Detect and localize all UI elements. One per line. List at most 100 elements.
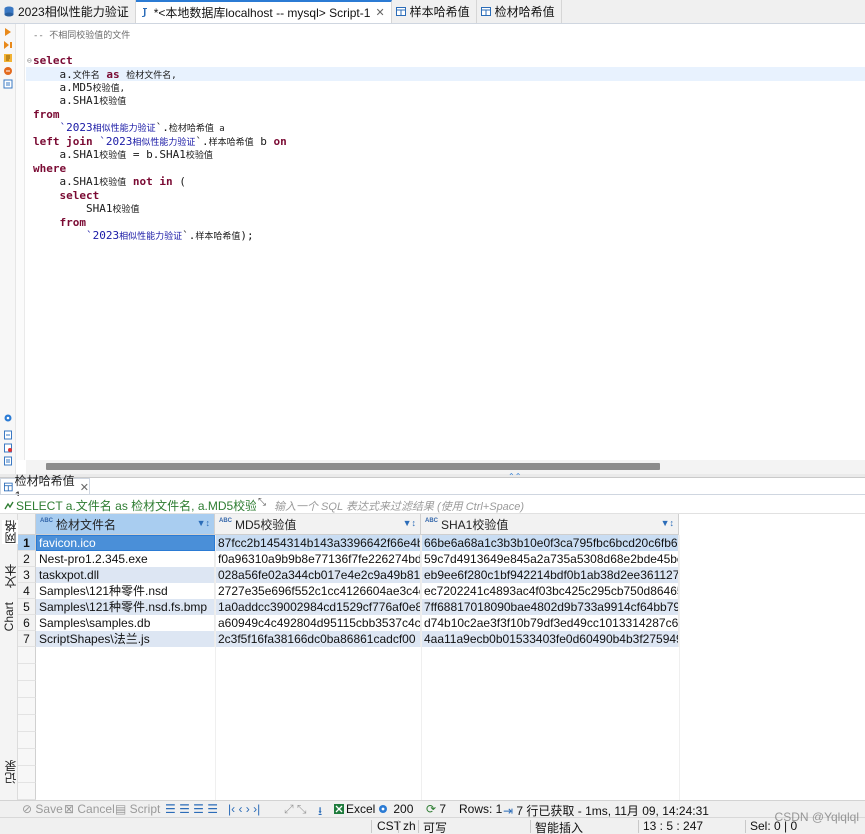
table-cell-sha1[interactable]: ec7202241c4893ac4f03bc425c295cb750d86465 <box>421 583 679 599</box>
table-cell-md5[interactable]: 87fcc2b1454314b143a3396642f66e4b <box>215 535 421 551</box>
editor-tab-bar: 2023相似性能力验证 *<本地数据库localhost -- mysql> S… <box>0 0 865 24</box>
column-header-md5[interactable]: ABC MD5校验值 ▼↕ <box>215 514 421 535</box>
cancel-button[interactable]: ⊠ Cancel <box>64 802 115 816</box>
table-cell-name[interactable]: Samples\121种零件.nsd.fs.bmp <box>36 599 215 615</box>
table-cell-sha1[interactable]: 7ff68817018090bae4802d9b733a9914cf64bb79 <box>421 599 679 615</box>
table-cell-name[interactable]: Nest-pro1.2.345.exe <box>36 551 215 567</box>
table-cell-sha1[interactable]: d74b10c2ae3f3f10b79df3ed49cc1013314287c6 <box>421 615 679 631</box>
row-edit-icons[interactable]: ☰ ☰ ☰ ☰ <box>165 802 218 816</box>
link-icons[interactable]: ⤢ ⤡ <box>284 802 307 817</box>
script-button[interactable]: ▤ Script <box>115 802 160 816</box>
result-view-tabs: 网格 文本 Chart 记录 <box>0 514 19 800</box>
table-icon <box>480 7 491 16</box>
table-icon <box>4 482 13 492</box>
results-toolbar: ⊘ Save ⊠ Cancel ▤ Script ☰ ☰ ☰ ☰ |‹ ‹ › … <box>0 800 865 818</box>
run-statement-icon[interactable] <box>3 27 13 37</box>
format-icon[interactable] <box>3 79 13 89</box>
row-number[interactable]: 1 <box>18 535 36 551</box>
table-cell-md5[interactable]: 2727e35e696f552c1cc4126604ae3c4d <box>215 583 421 599</box>
panel-splitter[interactable] <box>0 474 865 478</box>
tab-label: 样本哈希值 <box>409 5 470 19</box>
save-button[interactable]: ⊘ Save <box>22 802 63 816</box>
row-number[interactable]: 2 <box>18 551 36 567</box>
sql-line: `2023相似性能力验证`.检材哈希值 a <box>59 121 225 134</box>
info-icon: ⇥ <box>503 804 514 818</box>
text-type-icon: ABC <box>40 518 53 524</box>
document-icon[interactable] <box>3 456 13 466</box>
expand-filter-icon[interactable]: ⤡ <box>258 497 270 511</box>
query-text: SELECT a.文件名 as 检材文件名, a.MD5校验值, a.SH <box>4 497 256 514</box>
sql-line: a.MD5校验值, <box>59 81 126 94</box>
table-cell-name[interactable]: Samples\121种零件.nsd <box>36 583 215 599</box>
table-cell-name[interactable]: taskxpot.dll <box>36 567 215 583</box>
row-number[interactable]: 5 <box>18 599 36 615</box>
filter-sort-icon[interactable]: ▼↕ <box>197 518 210 528</box>
table-cell-sha1[interactable]: eb9ee6f280c1bf942214bdf0b1ab38d2ee361127 <box>421 567 679 583</box>
table-cell-sha1[interactable]: 59c7d4913649e845a2a735a5308d68e2bde45be2 <box>421 551 679 567</box>
table-cell-md5[interactable]: 2c3f5f16fa38166dc0ba86861cadcf00 <box>215 631 421 647</box>
row-number[interactable]: 6 <box>18 615 36 631</box>
filter-bar: SELECT a.文件名 as 检材文件名, a.MD5校验值, a.SH ⤡ … <box>0 496 865 514</box>
load-plan-icon[interactable] <box>3 66 13 76</box>
table-cell-md5[interactable]: a60949c4c492804d95115cbb3537c4cf <box>215 615 421 631</box>
results-tab[interactable]: 检材哈希值 1 ✕ <box>0 474 90 503</box>
grid-corner[interactable] <box>18 514 36 535</box>
tab-record[interactable]: 记录 <box>2 760 19 784</box>
watermark: CSDN @Yqlqlql <box>774 810 859 824</box>
explain-plan-icon[interactable] <box>3 53 13 63</box>
tab-2023-similarity[interactable]: 2023相似性能力验证 <box>0 0 136 23</box>
pagination-icons[interactable]: |‹ ‹ › ›| <box>228 802 260 816</box>
fetch-size[interactable]: 200 <box>378 802 413 816</box>
table-cell-md5[interactable]: 1a0addcc39002984cd1529cf776af0e8 <box>215 599 421 615</box>
settings-icon[interactable] <box>3 413 13 423</box>
column-divider <box>679 535 680 800</box>
column-divider <box>215 535 216 800</box>
tab-sample-hash[interactable]: 样本哈希值 <box>392 0 477 23</box>
sql-line: select <box>59 189 100 202</box>
status-bar: CST zh 可写 智能插入 13 : 5 : 247 Sel: 0 | 0 <box>0 817 865 834</box>
table-cell-name[interactable]: Samples\samples.db <box>36 615 215 631</box>
sql-line: a.文件名 as 检材文件名, <box>59 68 177 81</box>
sql-icon <box>4 501 14 510</box>
fold-icon[interactable]: ⊖ <box>27 56 32 65</box>
import-icon[interactable] <box>3 443 13 453</box>
status-language: zh <box>403 819 416 833</box>
tab-chart[interactable]: Chart <box>2 602 16 631</box>
tab-script-1[interactable]: *<本地数据库localhost -- mysql> Script-1 ✕ <box>135 0 392 23</box>
empty-row <box>18 698 36 715</box>
tab-text[interactable]: 文本 <box>2 564 19 588</box>
refresh-button[interactable]: ⟳ 7 <box>426 802 446 816</box>
column-header-evidence-filename[interactable]: ABC 检材文件名 ▼↕ <box>36 514 215 535</box>
editor-side-toolbar <box>0 24 16 476</box>
excel-button[interactable]: Excel <box>334 802 375 816</box>
filter-sort-icon[interactable]: ▼↕ <box>403 518 416 528</box>
sql-line: a.SHA1校验值 = b.SHA1校验值 <box>59 148 213 161</box>
row-number[interactable]: 7 <box>18 631 36 647</box>
close-icon[interactable]: ✕ <box>80 481 89 494</box>
export-icon[interactable] <box>3 430 13 440</box>
results-grid[interactable]: ABC 检材文件名 ▼↕ ABC MD5校验值 ▼↕ ABC SHA1校验值 ▼… <box>18 514 865 800</box>
empty-row <box>18 749 36 766</box>
run-script-icon[interactable] <box>3 40 13 50</box>
close-icon[interactable]: ✕ <box>375 6 384 19</box>
tab-label: *<本地数据库localhost -- mysql> Script-1 <box>153 6 371 20</box>
table-cell-name[interactable]: favicon.ico <box>36 535 215 551</box>
sql-line: from <box>33 108 60 121</box>
excel-icon <box>334 804 344 814</box>
editor-hscroll-thumb[interactable] <box>46 463 660 470</box>
table-cell-sha1[interactable]: 4aa11a9ecb0b01533403fe0d60490b4b3f275949 <box>421 631 679 647</box>
table-cell-md5[interactable]: f0a96310a9b9b8e77136f7fe226274bd <box>215 551 421 567</box>
row-number[interactable]: 3 <box>18 567 36 583</box>
filter-input[interactable]: 输入一个 SQL 表达式来过滤结果 (使用 Ctrl+Space) <box>274 498 524 514</box>
row-number[interactable]: 4 <box>18 583 36 599</box>
filter-sort-icon[interactable]: ▼↕ <box>661 518 674 528</box>
table-cell-sha1[interactable]: 66be6a68a1c3b3b10e0f3ca795fbc6bcd20c6fb6 <box>421 535 679 551</box>
tab-evidence-hash[interactable]: 检材哈希值 <box>477 0 562 23</box>
splitter-grip-icon[interactable]: ⌃⌃ <box>508 472 521 481</box>
table-cell-name[interactable]: ScriptShapes\法兰.js <box>36 631 215 647</box>
sql-line: a.SHA1校验值 not in ( <box>59 175 186 188</box>
column-header-sha1[interactable]: ABC SHA1校验值 ▼↕ <box>421 514 679 535</box>
table-cell-md5[interactable]: 028a56fe02a344cb017e4e2c9a49b815 <box>215 567 421 583</box>
tab-grid[interactable]: 网格 <box>2 520 19 544</box>
sql-editor[interactable]: -- 不相同校验值的文件 ⊖ select a.文件名 as 检材文件名, a.… <box>26 24 865 460</box>
